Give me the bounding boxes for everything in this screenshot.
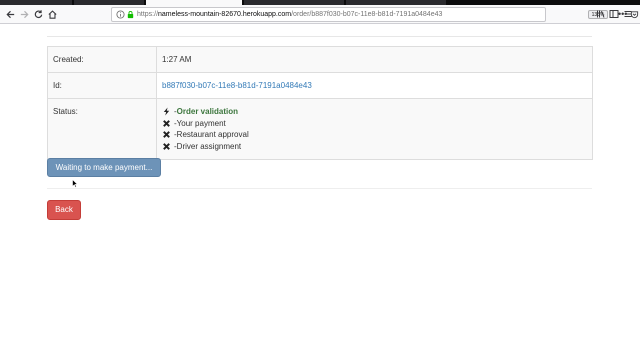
- url-text[interactable]: https://nameless-mountain-82670.herokuap…: [137, 8, 442, 21]
- status-step-label: Driver assignment: [176, 141, 242, 151]
- reload-icon: [34, 10, 43, 19]
- back-button[interactable]: Back: [47, 200, 81, 220]
- info-icon[interactable]: [116, 10, 125, 19]
- url-host: nameless-mountain-82670.herokuapp.com: [158, 11, 292, 18]
- arrow-left-icon: [6, 10, 15, 19]
- status-step: - Order validation: [162, 106, 587, 118]
- status-step: - Driver assignment: [162, 141, 587, 153]
- url-bar[interactable]: https://nameless-mountain-82670.herokuap…: [111, 7, 639, 22]
- waiting-payment-button[interactable]: Waiting to make payment...: [47, 158, 161, 177]
- reload-button[interactable]: [31, 7, 46, 22]
- order-details-table: Created: 1:27 AM Id: b887f030-b07c-11e8-…: [47, 46, 593, 160]
- bolt-icon: [163, 107, 170, 116]
- x-icon: [163, 131, 170, 139]
- status-step-label: Order validation: [176, 107, 239, 117]
- browser-toolbar: https://nameless-mountain-82670.herokuap…: [0, 5, 640, 24]
- status-step-label: Restaurant approval: [176, 130, 249, 140]
- library-icon[interactable]: [596, 9, 606, 19]
- mouse-cursor-icon: [72, 179, 78, 188]
- x-icon: [163, 142, 170, 150]
- status-step: - Restaurant approval: [162, 129, 587, 141]
- menu-icon[interactable]: [623, 9, 633, 19]
- created-label: Created:: [47, 46, 157, 73]
- url-path: /order/b887f030-b07c-11e8-b81d-7191a0484…: [291, 11, 443, 18]
- created-value: 1:27 AM: [156, 46, 593, 73]
- url-scheme: https://: [137, 11, 159, 18]
- status-steps: - Order validation - Your payment - Rest…: [156, 98, 593, 160]
- id-value-cell: b887f030-b07c-11e8-b81d-7191a0484e43: [156, 72, 593, 99]
- table-row: Id: b887f030-b07c-11e8-b81d-7191a0484e43: [47, 72, 593, 99]
- arrow-right-icon: [20, 10, 29, 19]
- status-step: - Your payment: [162, 118, 587, 130]
- sidebar-icon[interactable]: [609, 9, 619, 19]
- forward-nav-button[interactable]: [17, 7, 32, 22]
- home-icon: [48, 10, 57, 19]
- table-row: Created: 1:27 AM: [47, 46, 593, 73]
- x-icon: [163, 119, 170, 127]
- home-button[interactable]: [45, 7, 60, 22]
- lock-icon[interactable]: [126, 10, 135, 19]
- divider: [47, 36, 592, 37]
- page-content: Created: 1:27 AM Id: b887f030-b07c-11e8-…: [0, 24, 640, 360]
- status-label: Status:: [47, 98, 157, 160]
- id-label: Id:: [47, 72, 157, 99]
- status-step-label: Your payment: [176, 118, 226, 128]
- order-id-link[interactable]: b887f030-b07c-11e8-b81d-7191a0484e43: [162, 81, 312, 90]
- table-row: Status: - Order validation - Your paymen…: [47, 98, 593, 160]
- divider: [47, 188, 592, 189]
- back-nav-button[interactable]: [3, 7, 18, 22]
